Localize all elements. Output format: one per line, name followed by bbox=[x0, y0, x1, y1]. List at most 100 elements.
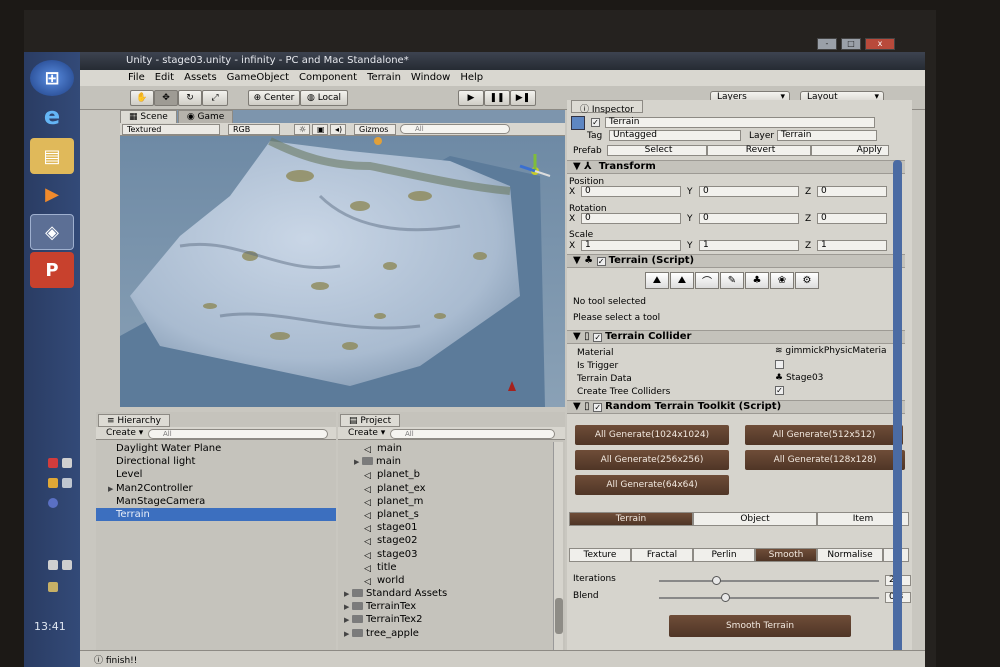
hand-tool-button[interactable]: ✋ bbox=[130, 90, 154, 106]
volume-icon[interactable] bbox=[62, 478, 72, 488]
project-item[interactable]: ◁ planet_m bbox=[338, 495, 565, 508]
paint-height-icon[interactable]: ⛰ bbox=[670, 272, 694, 289]
generate-256-button[interactable]: All Generate(256x256) bbox=[575, 450, 729, 470]
generate-1024-button[interactable]: All Generate(1024x1024) bbox=[575, 425, 729, 445]
scene-viewport[interactable] bbox=[120, 136, 565, 407]
project-item[interactable]: ◁ world bbox=[338, 574, 565, 587]
pivot-center-button[interactable]: ⊕ Center bbox=[248, 90, 300, 106]
project-item[interactable]: ◁ title bbox=[338, 561, 565, 574]
audio-toggle[interactable]: ◂) bbox=[330, 124, 346, 135]
maximize-button[interactable]: □ bbox=[841, 38, 861, 50]
terrain-enabled-checkbox[interactable]: ✓ bbox=[596, 257, 606, 266]
menu-component[interactable]: Component bbox=[299, 72, 357, 86]
hierarchy-item[interactable]: Daylight Water Plane bbox=[96, 442, 336, 455]
expand-arrow-icon[interactable]: ▶ bbox=[344, 614, 352, 627]
pause-button[interactable]: ❚❚ bbox=[484, 90, 510, 106]
hierarchy-item[interactable]: Terrain bbox=[96, 507, 336, 522]
scale-tool-button[interactable]: ⤢ bbox=[202, 90, 228, 106]
rotation-field[interactable]: 0 bbox=[581, 213, 681, 224]
powerpoint-icon[interactable]: P bbox=[30, 252, 74, 288]
close-button[interactable]: x bbox=[865, 38, 895, 50]
project-item[interactable]: ▶ TerrainTex2 bbox=[338, 613, 565, 626]
menu-gameobject[interactable]: GameObject bbox=[227, 72, 289, 86]
menu-assets[interactable]: Assets bbox=[184, 72, 217, 86]
active-checkbox[interactable]: ✓ bbox=[591, 118, 600, 127]
place-trees-icon[interactable]: ♣ bbox=[745, 272, 769, 289]
tab-texture[interactable]: Texture bbox=[569, 548, 631, 562]
iterations-slider[interactable] bbox=[659, 576, 879, 585]
terrain-script-header[interactable]: ▼ ♣ ✓ Terrain (Script) bbox=[567, 254, 905, 268]
tray-app-icon[interactable] bbox=[48, 582, 58, 592]
transform-header[interactable]: ▼ ⅄ Transform bbox=[567, 160, 905, 174]
tab-fractal[interactable]: Fractal bbox=[631, 548, 693, 562]
position-field[interactable]: 0 bbox=[699, 186, 799, 197]
scene-search-input[interactable]: All bbox=[400, 124, 510, 134]
play-button[interactable]: ▶ bbox=[458, 90, 484, 106]
terrain-settings-icon[interactable]: ⚙ bbox=[795, 272, 819, 289]
blend-slider-knob[interactable] bbox=[721, 593, 730, 602]
tab-smooth[interactable]: Smooth bbox=[755, 548, 817, 562]
color-mode-dropdown[interactable]: RGB bbox=[228, 124, 280, 135]
tab-inspector[interactable]: ⓘ Inspector bbox=[571, 100, 643, 115]
project-item[interactable]: ◁ planet_s bbox=[338, 508, 565, 521]
expand-arrow-icon[interactable]: ▶ bbox=[344, 601, 352, 614]
raise-terrain-icon[interactable]: ⛰ bbox=[645, 272, 669, 289]
toolkit-header[interactable]: ▼ ▯ ✓ Random Terrain Toolkit (Script) bbox=[567, 400, 905, 414]
inspector-scrollbar[interactable] bbox=[893, 160, 902, 660]
iterations-slider-knob[interactable] bbox=[712, 576, 722, 585]
project-item[interactable]: ◁ stage01 bbox=[338, 521, 565, 534]
smooth-terrain-button[interactable]: Smooth Terrain bbox=[669, 615, 851, 637]
notification-icon[interactable] bbox=[62, 458, 72, 468]
gizmos-dropdown[interactable]: Gizmos bbox=[354, 124, 396, 135]
menu-terrain[interactable]: Terrain bbox=[367, 72, 401, 86]
tree-colliders-checkbox[interactable]: ✓ bbox=[775, 386, 784, 395]
project-item[interactable]: ◁ planet_ex bbox=[338, 482, 565, 495]
project-item[interactable]: ▶ TerrainTex bbox=[338, 600, 565, 613]
explorer-icon[interactable]: ▤ bbox=[30, 138, 74, 174]
tab-object[interactable]: Object bbox=[693, 512, 817, 526]
hierarchy-search-input[interactable]: All bbox=[148, 429, 328, 439]
generate-64-button[interactable]: All Generate(64x64) bbox=[575, 475, 729, 495]
unity-taskbar-icon[interactable]: ◈ bbox=[30, 214, 74, 250]
rotation-field[interactable]: 0 bbox=[699, 213, 799, 224]
ie-icon[interactable]: e bbox=[30, 98, 74, 134]
layer-dropdown[interactable]: Terrain bbox=[777, 130, 877, 141]
position-field[interactable]: 0 bbox=[581, 186, 681, 197]
minimize-button[interactable]: - bbox=[817, 38, 837, 50]
lighting-toggle[interactable]: ☼ bbox=[294, 124, 310, 135]
is-trigger-checkbox[interactable] bbox=[775, 360, 784, 369]
project-item[interactable]: ▶ Standard Assets bbox=[338, 587, 565, 600]
prefab-select-button[interactable]: Select bbox=[607, 145, 707, 156]
step-button[interactable]: ▶❚ bbox=[510, 90, 536, 106]
rotate-tool-button[interactable]: ↻ bbox=[178, 90, 202, 106]
generate-512-button[interactable]: All Generate(512x512) bbox=[745, 425, 903, 445]
menu-file[interactable]: File bbox=[128, 72, 145, 86]
paint-texture-icon[interactable]: ✎ bbox=[720, 272, 744, 289]
tab-scene[interactable]: ▦ Scene bbox=[120, 110, 177, 123]
prefab-apply-button[interactable]: Apply bbox=[811, 145, 889, 156]
media-player-icon[interactable]: ▶ bbox=[30, 176, 74, 212]
toolkit-enabled-checkbox[interactable]: ✓ bbox=[593, 403, 603, 412]
project-item[interactable]: ◁ planet_b bbox=[338, 468, 565, 481]
render-mode-dropdown[interactable]: Textured bbox=[122, 124, 220, 135]
scrollbar-thumb[interactable] bbox=[555, 598, 563, 634]
scale-field[interactable]: 1 bbox=[817, 240, 887, 251]
paint-details-icon[interactable]: ❀ bbox=[770, 272, 794, 289]
rotation-field[interactable]: 0 bbox=[817, 213, 887, 224]
tab-hierarchy[interactable]: ≡ Hierarchy bbox=[98, 414, 170, 427]
move-tool-button[interactable]: ✥ bbox=[154, 90, 178, 106]
start-button[interactable]: ⊞ bbox=[30, 60, 74, 96]
expand-arrow-icon[interactable]: ▶ bbox=[344, 628, 352, 641]
menu-window[interactable]: Window bbox=[411, 72, 450, 86]
tab-normalise[interactable]: Normalise bbox=[817, 548, 883, 562]
project-create-button[interactable]: Create ▾ bbox=[348, 428, 385, 438]
project-item[interactable]: ◁ stage03 bbox=[338, 548, 565, 561]
security-icon[interactable] bbox=[48, 458, 58, 468]
expand-arrow-icon[interactable]: ▶ bbox=[354, 456, 362, 469]
tab-game[interactable]: ◉ Game bbox=[177, 110, 234, 123]
terrain-data-field[interactable]: ♣ Stage03 bbox=[775, 373, 823, 383]
position-field[interactable]: 0 bbox=[817, 186, 887, 197]
project-search-input[interactable]: All bbox=[390, 429, 555, 439]
object-name-field[interactable]: Terrain bbox=[605, 117, 875, 128]
menu-edit[interactable]: Edit bbox=[155, 72, 174, 86]
